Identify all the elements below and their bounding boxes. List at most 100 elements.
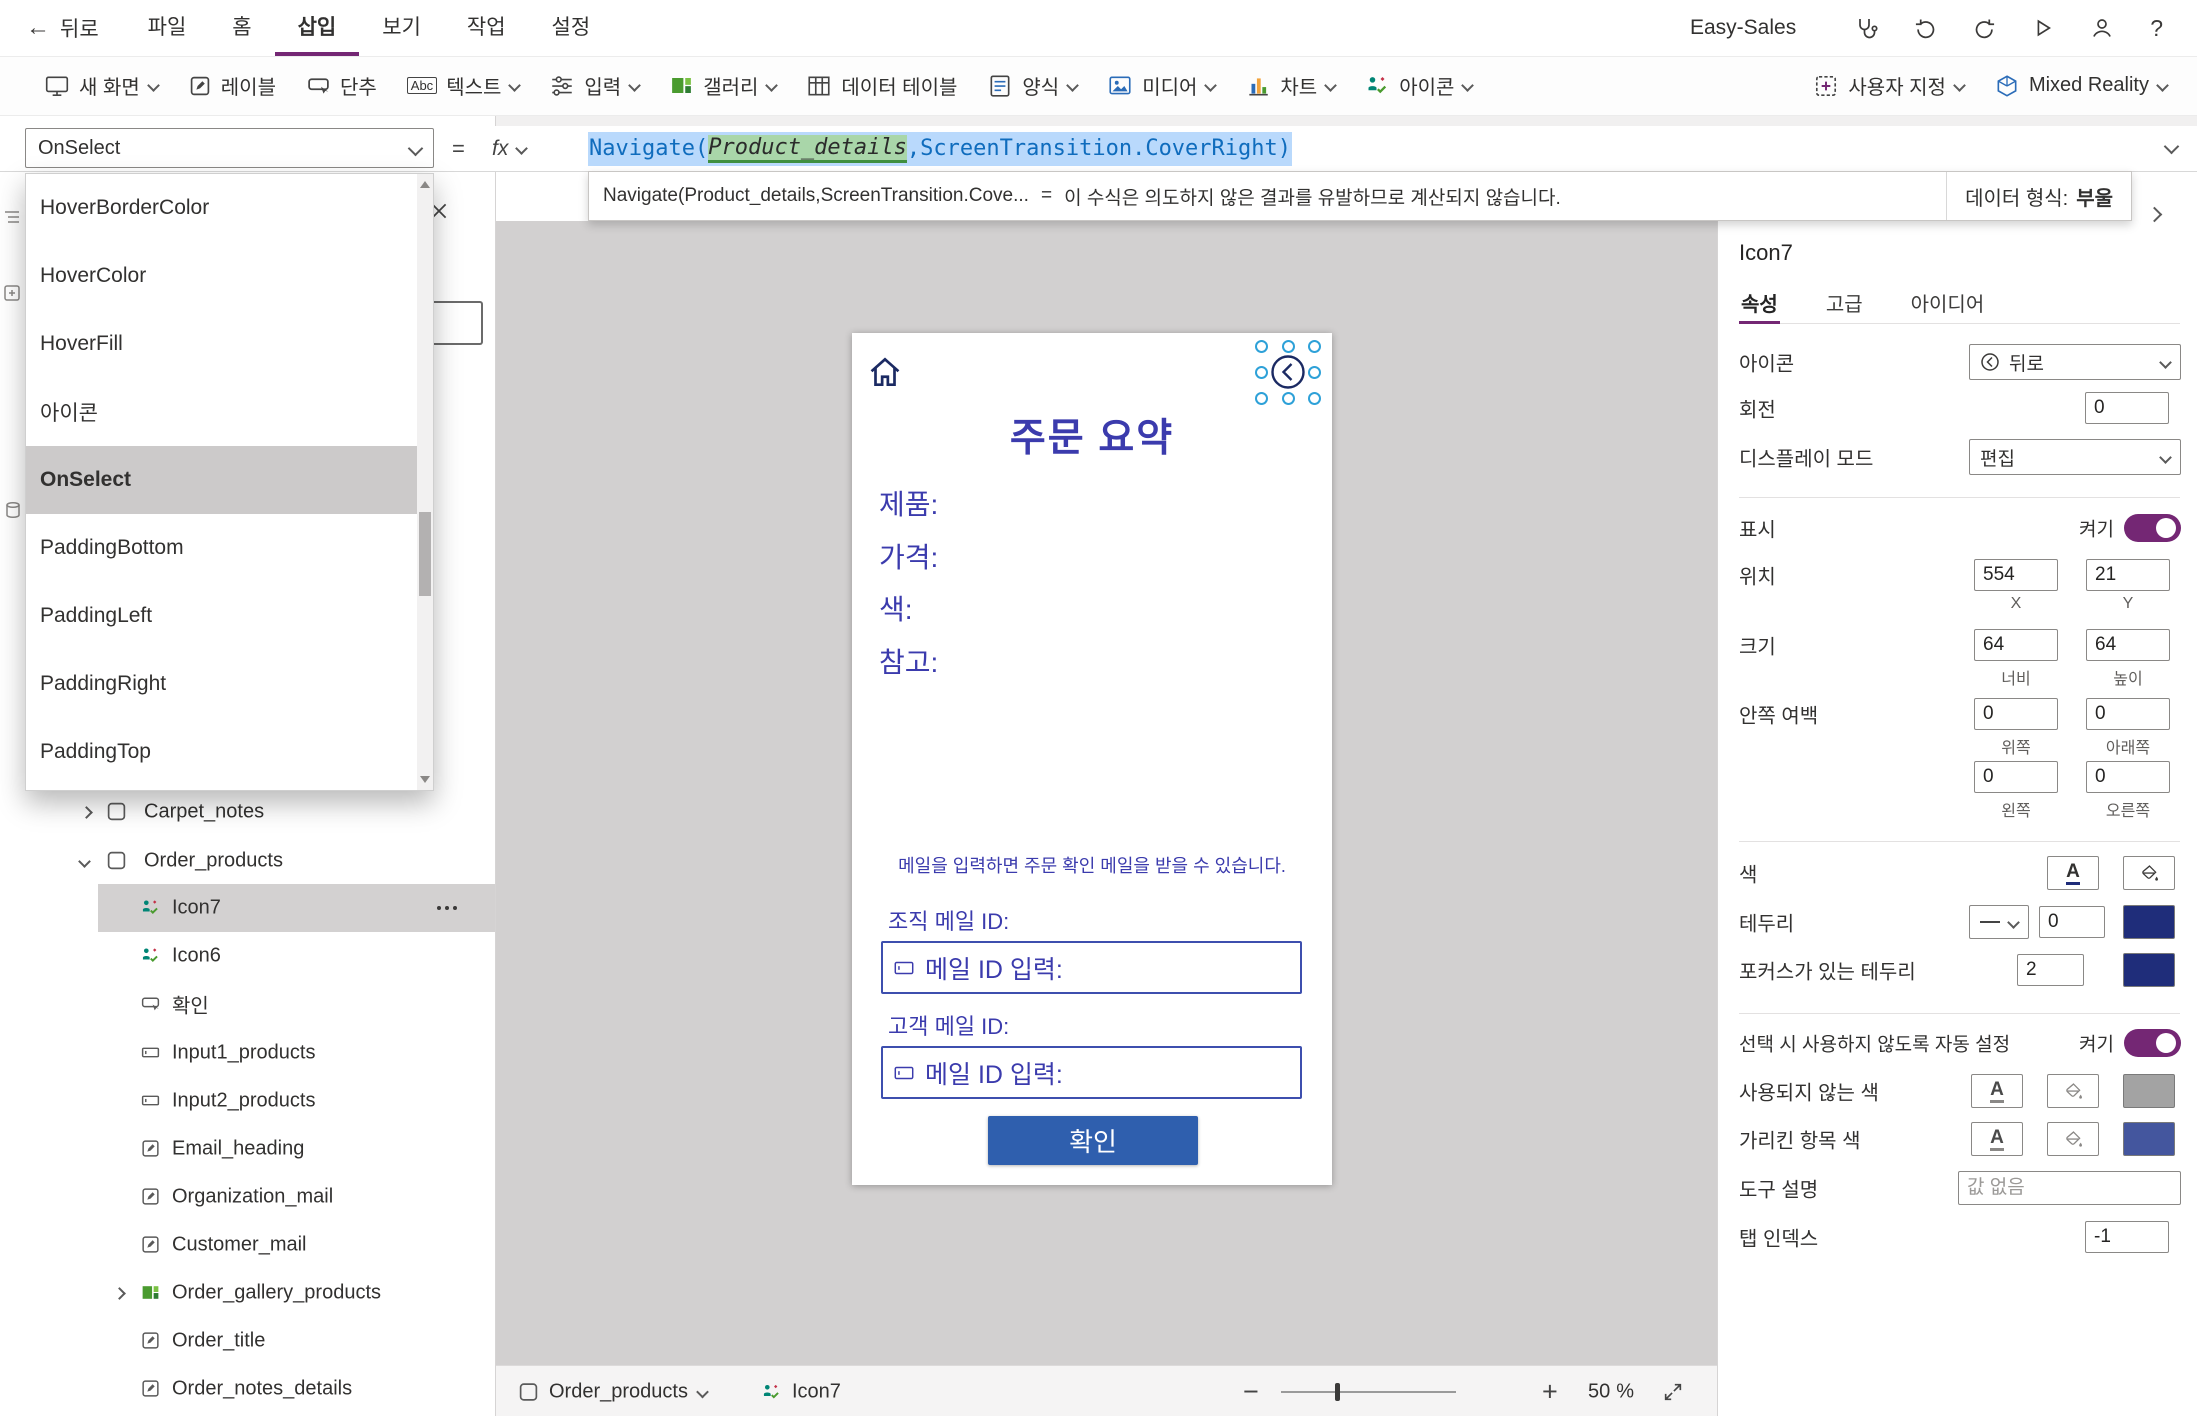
icon-select[interactable]: 뒤로 [1969, 344, 2181, 380]
dropdown-item[interactable]: PaddingTop [26, 718, 433, 786]
scroll-down-icon[interactable] [420, 776, 430, 783]
selection-handle[interactable] [1282, 340, 1295, 353]
zoom-in-icon[interactable]: + [1542, 1378, 1558, 1405]
padding-right-input[interactable] [2086, 761, 2170, 793]
left-rail-insert-icon[interactable] [3, 284, 21, 302]
notes-label[interactable]: 참고: [879, 641, 938, 681]
menu-file[interactable]: 파일 [125, 0, 210, 56]
ribbon-button[interactable]: 단추 [306, 71, 377, 100]
tree-item-order-products[interactable]: Order_products [0, 837, 495, 885]
org-mail-label[interactable]: 조직 메일 ID: [888, 904, 1009, 936]
tree-item-confirm-button[interactable]: 확인 [0, 980, 495, 1028]
tree-item-input2-products[interactable]: Input2_products [0, 1077, 495, 1125]
selection-handle[interactable] [1308, 366, 1321, 379]
more-options-icon[interactable] [437, 906, 457, 910]
account-icon[interactable] [2090, 16, 2114, 40]
dropdown-item[interactable]: PaddingBottom [26, 514, 433, 582]
ribbon-custom[interactable]: 사용자 지정 [1813, 71, 1966, 100]
tree-item-icon7[interactable]: Icon7 [0, 884, 495, 932]
home-icon[interactable] [866, 353, 904, 391]
ribbon-media[interactable]: 미디어 [1107, 71, 1218, 100]
hover-font-color-button[interactable]: A [1971, 1122, 2023, 1156]
ribbon-input[interactable]: 입력 [549, 71, 642, 100]
fx-selector[interactable]: fx [492, 126, 529, 171]
tree-item-input1-products[interactable]: Input1_products [0, 1029, 495, 1077]
dropdown-item[interactable]: HoverBorderColor [26, 174, 433, 242]
font-color-button[interactable]: A [2047, 856, 2099, 890]
left-rail-tree-icon[interactable] [3, 208, 21, 226]
dropdown-scrollbar[interactable] [417, 174, 433, 790]
customer-mail-label[interactable]: 고객 메일 ID: [888, 1009, 1009, 1041]
selection-handle[interactable] [1255, 392, 1268, 405]
selection-handle[interactable] [1255, 340, 1268, 353]
property-selector[interactable]: OnSelect [25, 128, 434, 168]
menu-action[interactable]: 작업 [444, 0, 529, 56]
disabled-font-color-button[interactable]: A [1971, 1074, 2023, 1108]
screen-selector[interactable]: Order_products [518, 1380, 709, 1403]
chevron-right-icon[interactable] [80, 806, 93, 819]
left-rail-data-icon[interactable] [4, 501, 22, 519]
scrollbar-thumb[interactable] [419, 512, 431, 596]
tab-ideas[interactable]: 아이디어 [1909, 283, 1987, 324]
selected-control-icon7[interactable] [1255, 340, 1321, 405]
visible-toggle[interactable] [2124, 514, 2181, 542]
menu-insert[interactable]: 삽입 [274, 0, 360, 56]
tree-item-order-notes-details[interactable]: Order_notes_details [0, 1365, 495, 1413]
tooltip-input[interactable] [1958, 1171, 2181, 1205]
selection-handle[interactable] [1308, 340, 1321, 353]
tree-item-carpet-notes[interactable]: Carpet_notes [0, 788, 495, 836]
tab-index-input[interactable] [2085, 1221, 2169, 1253]
dropdown-item[interactable]: PaddingLeft [26, 582, 433, 650]
menu-home[interactable]: 홈 [209, 0, 274, 56]
tree-item-organization-mail[interactable]: Organization_mail [0, 1173, 495, 1221]
redo-icon[interactable] [1973, 17, 1996, 40]
ribbon-chart[interactable]: 차트 [1245, 71, 1338, 100]
dropdown-item[interactable]: 아이콘 [26, 378, 433, 446]
product-label[interactable]: 제품: [879, 483, 938, 523]
selection-handle[interactable] [1308, 392, 1321, 405]
ribbon-data-table[interactable]: 데이터 테이블 [806, 71, 957, 100]
auto-disable-toggle[interactable] [2124, 1029, 2181, 1057]
zoom-slider-thumb[interactable] [1335, 1382, 1340, 1401]
disabled-color-swatch[interactable] [2123, 1074, 2175, 1108]
width-input[interactable] [1974, 629, 2058, 661]
border-style-select[interactable] [1969, 905, 2029, 939]
scroll-up-icon[interactable] [420, 181, 430, 188]
focused-border-color-swatch[interactable] [2123, 953, 2175, 987]
fill-color-button[interactable] [2123, 856, 2175, 890]
hover-color-swatch[interactable] [2123, 1122, 2175, 1156]
border-weight-input[interactable] [2039, 906, 2105, 938]
fullscreen-icon[interactable] [1662, 1381, 1684, 1403]
tree-item-email-heading[interactable]: Email_heading [0, 1125, 495, 1173]
menu-settings[interactable]: 설정 [529, 0, 614, 56]
app-checker-icon[interactable] [1854, 16, 1878, 40]
dropdown-item[interactable]: HoverColor [26, 242, 433, 310]
back-circle-icon[interactable] [1268, 352, 1308, 392]
dropdown-item[interactable]: PaddingRight [26, 650, 433, 718]
selected-control-chip[interactable]: Icon7 [761, 1380, 841, 1403]
email-note-label[interactable]: 메일을 입력하면 주문 확인 메일을 받을 수 있습니다. [852, 852, 1332, 878]
undo-icon[interactable] [1914, 17, 1937, 40]
tab-advanced[interactable]: 고급 [1824, 283, 1865, 324]
ribbon-icons[interactable]: 아이콘 [1365, 71, 1475, 100]
color-label[interactable]: 색: [879, 588, 913, 628]
help-icon[interactable]: ? [2150, 15, 2163, 42]
ribbon-text[interactable]: Abc 텍스트 [406, 71, 522, 100]
selection-handle[interactable] [1255, 366, 1268, 379]
formula-expand-chevron[interactable] [2163, 138, 2180, 155]
price-label[interactable]: 가격: [879, 536, 938, 576]
search-box-fragment[interactable] [434, 301, 483, 345]
tree-item-icon6[interactable]: Icon6 [0, 932, 495, 980]
collapse-panel-icon[interactable] [2146, 206, 2163, 223]
org-mail-input[interactable]: 메일 ID 입력: [881, 941, 1302, 994]
selection-handle[interactable] [1282, 392, 1295, 405]
ribbon-form[interactable]: 양식 [987, 71, 1080, 100]
tab-properties[interactable]: 속성 [1739, 283, 1780, 324]
padding-top-input[interactable] [1974, 698, 2058, 730]
hover-fill-button[interactable] [2047, 1122, 2099, 1156]
position-x-input[interactable] [1974, 559, 2058, 591]
back-button[interactable]: ← 뒤로 [0, 13, 99, 43]
chevron-down-icon[interactable] [78, 855, 91, 868]
tree-item-order-title[interactable]: Order_title [0, 1317, 495, 1365]
disabled-fill-button[interactable] [2047, 1074, 2099, 1108]
